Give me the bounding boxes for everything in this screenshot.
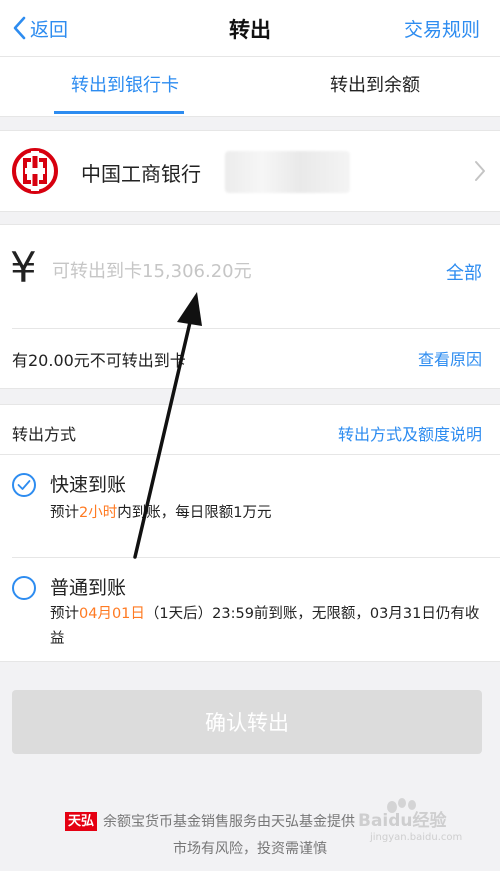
bank-name: 中国工商银行	[81, 162, 201, 186]
yen-icon: ¥	[10, 243, 37, 292]
back-label: 返回	[30, 18, 69, 41]
option-description: 预计04月01日（1天后）23:59前到账，无限额，03月31日仍有收益	[50, 606, 480, 647]
amount-panel: ¥ 全部 有20.00元不可转出到卡 查看原因	[0, 224, 500, 389]
amount-input[interactable]	[52, 255, 422, 287]
option-standard-arrival[interactable]: 普通到账 预计04月01日（1天后）23:59前到账，无限额，03月31日仍有收…	[0, 558, 500, 662]
chevron-left-icon	[13, 16, 26, 40]
confirm-transfer-button[interactable]: 确认转出	[12, 690, 482, 754]
bank-card-selector[interactable]: 中国工商银行	[0, 130, 500, 212]
footer-text-line2: 市场有风险，投资需谨慎	[173, 841, 327, 857]
radio-unchecked-icon[interactable]	[12, 576, 36, 600]
tab-to-bank-card[interactable]: 转出到银行卡	[0, 57, 250, 117]
trading-rules-link[interactable]: 交易规则	[404, 15, 480, 42]
icbc-logo-icon	[12, 148, 58, 194]
transfer-method-label: 转出方式	[12, 425, 77, 444]
tab-to-balance[interactable]: 转出到余额	[250, 57, 500, 117]
option-description: 预计2小时内到账，每日限额1万元	[50, 505, 272, 521]
transfer-target-tabs: 转出到银行卡 转出到余额	[0, 57, 500, 117]
chevron-right-icon	[475, 161, 485, 181]
divider	[12, 328, 500, 329]
masked-card-number	[225, 151, 350, 193]
transfer-method-panel: 转出方式 转出方式及额度说明 快速到账 预计2小时内到账，每日限额1万元 普通到…	[0, 404, 500, 662]
highlighted-time: 2小时	[79, 505, 118, 521]
view-reason-link[interactable]: 查看原因	[418, 346, 482, 370]
non-transferable-notice: 有20.00元不可转出到卡	[12, 351, 186, 370]
navigation-bar: 返回 转出 交易规则	[0, 0, 500, 57]
option-title: 普通到账	[50, 577, 127, 599]
method-limit-explanation-link[interactable]: 转出方式及额度说明	[338, 421, 482, 445]
back-button[interactable]: 返回	[12, 12, 68, 44]
tianhong-logo: 天弘	[65, 811, 98, 831]
footer-disclaimer: 天弘 余额宝货币基金销售服务由天弘基金提供	[65, 811, 355, 831]
transfer-all-button[interactable]: 全部	[446, 259, 482, 285]
option-title: 快速到账	[50, 474, 127, 496]
option-fast-arrival[interactable]: 快速到账 预计2小时内到账，每日限额1万元	[0, 455, 500, 557]
active-tab-indicator	[54, 111, 184, 114]
footer-text-line1: 余额宝货币基金销售服务由天弘基金提供	[103, 814, 356, 830]
highlighted-date: 04月01日	[79, 606, 145, 622]
radio-checked-icon[interactable]	[12, 473, 36, 497]
watermark-text: Baidu经验	[358, 811, 447, 831]
